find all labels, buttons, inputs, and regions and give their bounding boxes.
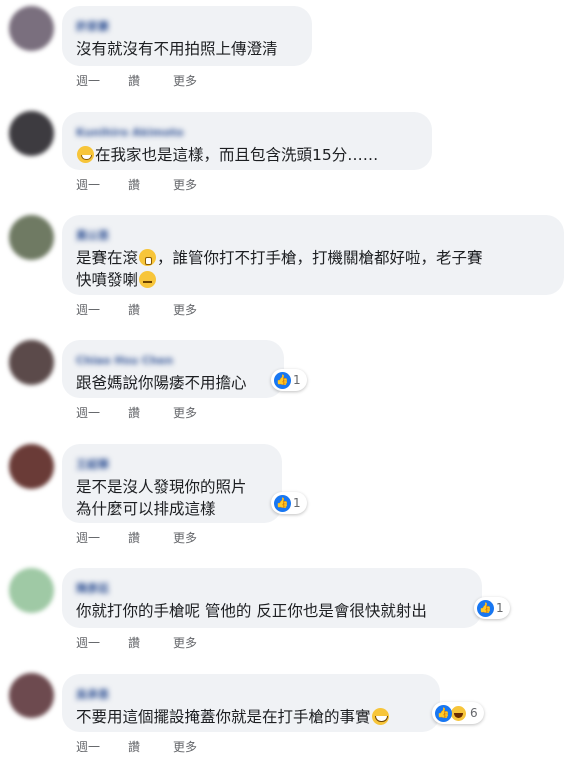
comment-text: 你就打你的手槍呢 管他的 反正你也是會很快就射出 — [76, 602, 427, 620]
comment-text-row: 在我家也是這樣，而且包含洗頭15分…… — [76, 144, 418, 166]
comment-text: 快噴發喇 — [76, 271, 139, 289]
like-link[interactable]: 讚 — [128, 529, 173, 546]
comment-actions: 週一 讚 更多 — [76, 176, 197, 193]
comment-text-line: 為什麼可以排成這樣 — [76, 500, 216, 518]
commenter-name[interactable]: Kunihiro Akimoto — [76, 126, 184, 140]
comment-time[interactable]: 週一 — [76, 176, 128, 193]
comment-time[interactable]: 週一 — [76, 301, 128, 318]
like-link[interactable]: 讚 — [128, 738, 173, 755]
comment-actions: 週一 讚 更多 — [76, 301, 197, 318]
grin-emoji-icon — [77, 146, 94, 163]
comment-text-line: 快噴發喇 — [76, 269, 550, 291]
comment-actions: 週一 讚 更多 — [76, 404, 197, 421]
comment-bubble: 許家豪 沒有就沒有不用拍照上傳澄清 — [62, 6, 312, 66]
comment-text-line: 是賽在滾 ，誰管你打不打手槍，打機關槍都好啦，老子賽 — [76, 247, 550, 269]
like-reaction-icon: 👍 — [274, 371, 291, 389]
comment-text: 是賽在滾 — [76, 249, 139, 267]
haha-reaction-icon — [450, 704, 467, 722]
reaction-summary[interactable]: 👍 1 — [474, 597, 510, 619]
comment-text-line: 是不是沒人發現你的照片 — [76, 478, 247, 496]
more-link[interactable]: 更多 — [173, 176, 197, 193]
avatar[interactable] — [9, 340, 54, 385]
comment-bubble: 吳承恩 不要用這個擺設掩蓋你就是在打手槍的事實 — [62, 674, 440, 732]
like-link[interactable]: 讚 — [128, 634, 173, 651]
comment-actions: 週一 讚 更多 — [76, 738, 197, 755]
comment-time[interactable]: 週一 — [76, 404, 128, 421]
avatar[interactable] — [9, 111, 54, 156]
comment-text-row: 不要用這個擺設掩蓋你就是在打手槍的事實 — [76, 706, 426, 728]
like-link[interactable]: 讚 — [128, 176, 173, 193]
reaction-count: 1 — [293, 373, 301, 387]
avatar[interactable] — [9, 673, 54, 718]
more-link[interactable]: 更多 — [173, 72, 197, 89]
comment-feed: 許家豪 沒有就沒有不用拍照上傳澄清 週一 讚 更多 Kunihiro Akimo… — [0, 0, 569, 763]
comment-bubble: Kunihiro Akimoto 在我家也是這樣，而且包含洗頭15分…… — [62, 112, 432, 170]
commenter-name[interactable]: Chiao Hsu Chen — [76, 354, 173, 368]
comment-text: 跟爸媽說你陽痿不用擔心 — [76, 374, 247, 392]
more-link[interactable]: 更多 — [173, 738, 197, 755]
comment-actions: 週一 讚 更多 — [76, 529, 197, 546]
comment-time[interactable]: 週一 — [76, 634, 128, 651]
comment-text: 在我家也是這樣，而且包含洗頭15分…… — [95, 146, 379, 164]
comment-text: 沒有就沒有不用拍照上傳澄清 — [76, 40, 278, 58]
hush-emoji-icon — [139, 249, 157, 266]
like-reaction-icon: 👍 — [274, 494, 291, 512]
commenter-name[interactable]: 許家豪 — [76, 20, 109, 34]
commenter-name[interactable]: 吳承恩 — [76, 688, 109, 702]
comment-time[interactable]: 週一 — [76, 738, 128, 755]
reaction-count: 1 — [496, 601, 504, 615]
comment-time[interactable]: 週一 — [76, 529, 128, 546]
like-reaction-icon: 👍 — [477, 599, 494, 617]
avatar[interactable] — [9, 6, 54, 51]
comment-actions: 週一 讚 更多 — [76, 72, 197, 89]
reaction-count: 1 — [293, 496, 301, 510]
comment-bubble: Chiao Hsu Chen 跟爸媽說你陽痿不用擔心 — [62, 340, 284, 398]
avatar[interactable] — [9, 215, 54, 260]
more-link[interactable]: 更多 — [173, 404, 197, 421]
reaction-summary[interactable]: 👍 1 — [271, 369, 307, 391]
commenter-name[interactable]: 陳彥廷 — [76, 582, 109, 596]
reaction-summary[interactable]: 👍 1 — [271, 492, 307, 514]
comment-actions: 週一 讚 更多 — [76, 634, 197, 651]
commenter-name[interactable]: 黃以恩 — [76, 229, 109, 243]
like-link[interactable]: 讚 — [128, 404, 173, 421]
more-link[interactable]: 更多 — [173, 529, 197, 546]
commenter-name[interactable]: 王紹華 — [76, 458, 109, 472]
meh-emoji-icon — [139, 271, 157, 288]
avatar[interactable] — [9, 444, 54, 489]
more-link[interactable]: 更多 — [173, 634, 197, 651]
reaction-count: 6 — [470, 706, 478, 720]
comment-time[interactable]: 週一 — [76, 72, 128, 89]
avatar[interactable] — [9, 568, 54, 613]
comment-text: 不要用這個擺設掩蓋你就是在打手槍的事實 — [76, 708, 371, 726]
comment-bubble: 陳彥廷 你就打你的手槍呢 管他的 反正你也是會很快就射出 — [62, 568, 482, 628]
comment-bubble: 王紹華 是不是沒人發現你的照片 為什麼可以排成這樣 — [62, 444, 282, 523]
like-link[interactable]: 讚 — [128, 301, 173, 318]
like-link[interactable]: 讚 — [128, 72, 173, 89]
reaction-summary[interactable]: 👍 6 — [432, 702, 484, 724]
joy-emoji-icon — [371, 708, 389, 725]
comment-bubble: 黃以恩 是賽在滾 ，誰管你打不打手槍，打機關槍都好啦，老子賽 快噴發喇 — [62, 215, 564, 295]
comment-text: ，誰管你打不打手槍，打機關槍都好啦，老子賽 — [157, 249, 483, 267]
like-reaction-icon: 👍 — [435, 704, 452, 722]
more-link[interactable]: 更多 — [173, 301, 197, 318]
